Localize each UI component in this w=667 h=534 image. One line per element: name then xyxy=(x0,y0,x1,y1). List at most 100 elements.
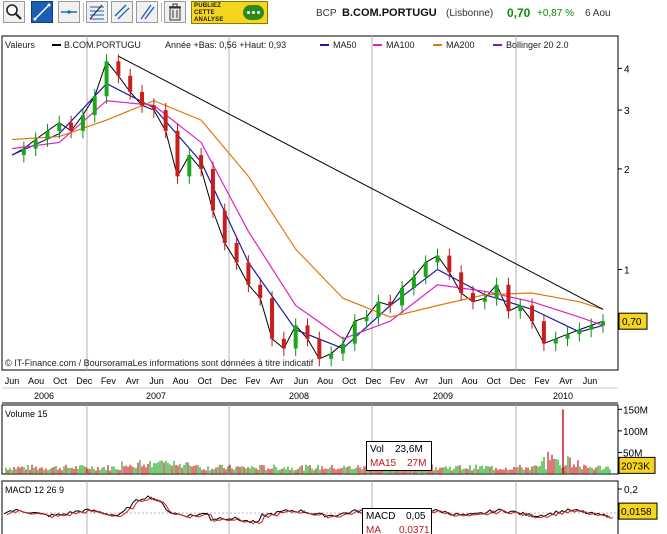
candle-body xyxy=(305,325,310,339)
macd-panel-frame xyxy=(1,480,619,534)
ma100-swatch xyxy=(373,44,382,46)
price-y-tick-label: 1 xyxy=(624,265,630,276)
month-tick-label: Jun xyxy=(149,376,164,386)
legend-ma100: MA100 xyxy=(386,40,415,50)
candle-body xyxy=(21,148,26,156)
ma50-swatch xyxy=(320,44,329,46)
month-tick-label: Aou xyxy=(28,376,44,386)
last-price-tag-label: 0,70 xyxy=(622,317,642,328)
month-tick-label: Dec xyxy=(510,376,527,386)
candle-body xyxy=(45,130,50,140)
macd-readout: MACD 0,05 MA 0,0371 xyxy=(362,508,432,534)
ma15-label: MA15 xyxy=(370,458,397,469)
candle-body xyxy=(128,75,133,92)
month-tick-label: Aou xyxy=(462,376,478,386)
legend-ma200: MA200 xyxy=(446,40,475,50)
candle-body xyxy=(565,334,570,339)
candle-body xyxy=(293,325,298,349)
candle-body xyxy=(364,317,369,322)
month-tick-label: Avr xyxy=(415,376,428,386)
instrument-swatch xyxy=(52,44,61,46)
bollinger-swatch xyxy=(493,44,502,46)
macd-title: MACD 12 26 9 xyxy=(5,485,65,495)
macd-label: MACD xyxy=(366,511,396,522)
candle-body xyxy=(435,255,440,263)
candle-body xyxy=(470,293,475,302)
candle-body xyxy=(530,305,535,322)
ma200-swatch xyxy=(433,44,442,46)
month-tick-label: Avr xyxy=(559,376,572,386)
candle-body xyxy=(589,325,594,330)
candle-body xyxy=(518,305,523,312)
month-tick-label: Jun xyxy=(294,376,309,386)
instrument-legend: B.COM.PORTUGU xyxy=(64,40,141,50)
macd-ma-label: MA xyxy=(366,525,381,534)
candle-body xyxy=(92,96,97,116)
candle-body xyxy=(447,255,452,273)
candle-body xyxy=(553,338,558,344)
candle-body xyxy=(601,321,605,326)
price-panel-frame xyxy=(1,35,619,371)
candle-body xyxy=(352,321,357,344)
month-tick-label: Fev xyxy=(245,376,261,386)
stock-chart[interactable]: 4 3 2 1 0,70 Jun Aou Oct Dec Fev Avr Jun Aou Oct Dec Fe… xyxy=(0,0,667,534)
candle-body xyxy=(340,343,345,354)
vol-label: Vol xyxy=(370,444,384,455)
volume-y-tick-label: 100M xyxy=(623,427,648,438)
month-tick-label: Avr xyxy=(126,376,139,386)
month-tick-label: Oct xyxy=(53,376,68,386)
candle-body xyxy=(222,210,227,244)
year-tick-label: 2007 xyxy=(146,391,166,401)
legend-ma50: MA50 xyxy=(333,40,357,50)
year-tick-label: 2009 xyxy=(433,391,453,401)
last-volume-tag-label: 2073K xyxy=(621,461,650,472)
month-tick-label: Fev xyxy=(534,376,550,386)
candle-body xyxy=(175,130,180,177)
volume-panel-frame xyxy=(1,404,619,475)
month-tick-label: Avr xyxy=(270,376,283,386)
month-tick-label: Jun xyxy=(583,376,598,386)
month-tick-label: Oct xyxy=(487,376,502,386)
candle-body xyxy=(423,262,428,277)
candle-body xyxy=(80,115,85,131)
price-y-tick-label: 2 xyxy=(624,165,630,176)
month-tick-label: Fev xyxy=(101,376,117,386)
year-range: Année +Bas: 0,56 +Haut: 0,93 xyxy=(165,40,287,50)
candle-body xyxy=(317,338,322,359)
candle-body xyxy=(246,262,251,285)
candle-body xyxy=(33,139,38,149)
macd-value: 0,05 xyxy=(406,511,426,522)
month-tick-label: Dec xyxy=(76,376,93,386)
vol-value: 23,6M xyxy=(395,444,423,455)
candle-body xyxy=(494,284,499,299)
candle-body xyxy=(400,287,405,306)
macd-y-tick-label: 0,2 xyxy=(624,485,638,496)
month-tick-label: Fev xyxy=(390,376,406,386)
candle-body xyxy=(388,301,393,306)
candle-body xyxy=(199,155,204,169)
copyright-note: © IT-Finance.com / BoursoramaLes informa… xyxy=(5,358,314,368)
candle-body xyxy=(270,298,275,339)
candle-body xyxy=(258,284,263,299)
candle-body xyxy=(69,122,74,131)
volume-y-tick-label: 150M xyxy=(623,405,648,416)
candle-body xyxy=(577,329,582,335)
price-y-tick-label: 4 xyxy=(624,64,630,75)
month-tick-label: Dec xyxy=(365,376,382,386)
year-tick-label: 2010 xyxy=(553,391,573,401)
candle-body xyxy=(116,61,121,76)
candle-body xyxy=(187,155,192,177)
candle-body xyxy=(376,301,381,318)
month-tick-label: Dec xyxy=(221,376,238,386)
ma15-value: 27M xyxy=(407,458,427,469)
candle-body xyxy=(57,122,62,131)
candle-body xyxy=(104,61,109,97)
candle-body xyxy=(541,321,546,344)
volume-title: Volume 15 xyxy=(5,409,48,419)
candle-body xyxy=(482,298,487,302)
month-tick-label: Oct xyxy=(198,376,213,386)
last-macd-tag-label: 0,0158 xyxy=(621,507,652,518)
candle-body xyxy=(151,105,156,111)
month-tick-label: Aou xyxy=(317,376,333,386)
month-tick-label: Jun xyxy=(5,376,20,386)
